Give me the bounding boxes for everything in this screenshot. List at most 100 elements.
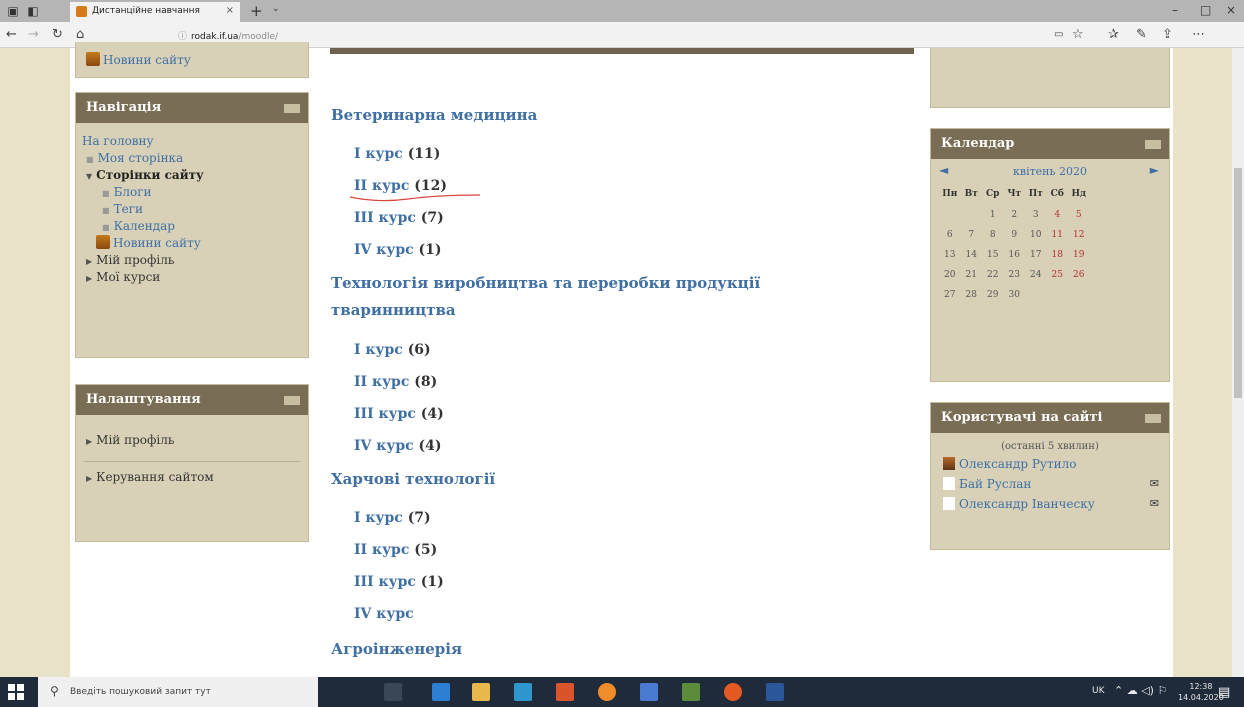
close-window-button[interactable]: × [1226,3,1236,17]
send-message-icon[interactable]: ✉ [1150,474,1159,494]
refresh-icon[interactable]: ↻ [52,27,63,42]
online-user-row[interactable]: Олександр Рутило [931,454,1169,474]
settings-site-admin[interactable]: ▶ Керування сайтом [76,462,308,492]
calendar-day: 1 [989,210,996,220]
course-link[interactable]: I курс (11) [354,146,440,162]
more-menu-icon[interactable]: ⋯ [1192,27,1205,42]
calendar-day: 7 [968,230,975,240]
favorites-icon[interactable]: ✰ [1108,27,1119,42]
course-link[interactable]: IV курс (4) [354,438,442,454]
maximize-button[interactable]: □ [1200,3,1211,17]
block-dock-icon[interactable] [284,396,300,405]
course-link[interactable]: IV курс [354,606,414,622]
vertical-scrollbar[interactable] [1232,48,1244,677]
category-animal-production-tech[interactable]: Технологія виробництва та переробки прод… [331,274,760,292]
bullet-icon: ■ [102,206,110,215]
nav-blogs-link[interactable]: Блоги [114,185,152,199]
pen-notes-icon[interactable]: ✎ [1136,27,1147,42]
edge-browser-icon[interactable] [432,683,450,701]
online-user-row[interactable]: Олександр Іванческу ✉ [931,494,1169,514]
course-link[interactable]: III курс (1) [354,574,444,590]
share-icon[interactable]: ⇪ [1162,27,1173,42]
collapsed-arrow-icon[interactable]: ▶ [86,257,92,266]
block-dock-icon[interactable] [284,104,300,113]
minimize-button[interactable]: – [1172,3,1178,17]
calendar-day: 11 [1051,230,1063,240]
calendar-day: 5 [1075,210,1082,220]
tab-close-icon[interactable]: × [226,5,234,16]
new-tab-button[interactable]: + [250,2,263,20]
nav-tags-link[interactable]: Теги [114,202,143,216]
calendar-day: 6 [946,230,953,240]
course-link[interactable]: I курс (6) [354,342,431,358]
course-link[interactable]: II курс (5) [354,542,437,558]
scrollbar-thumb[interactable] [1234,168,1242,398]
nav-site-pages[interactable]: Сторінки сайту [96,168,204,182]
notifications-icon[interactable]: ▤ [1218,685,1230,700]
app-icon[interactable] [640,683,658,701]
calendar-day: 24 [1030,270,1042,280]
course-link[interactable]: III курс (4) [354,406,444,422]
language-indicator[interactable]: UK [1092,686,1105,696]
tab-distance-learning[interactable]: Дистанційне навчання × [70,2,240,22]
settings-my-profile[interactable]: ▶ Мій профіль [76,425,308,455]
file-explorer-icon[interactable] [472,683,490,701]
calendar-day: 10 [1030,230,1042,240]
nav-site-news-link[interactable]: Новини сайту [113,236,201,250]
calendar-day [1047,285,1069,305]
online-user-row[interactable]: Бай Руслан ✉ [931,474,1169,494]
office-icon[interactable] [556,683,574,701]
nav-my-courses[interactable]: Мої курси [96,270,160,284]
course-link[interactable]: II курс (12) [354,178,447,194]
expanded-arrow-icon[interactable]: ▼ [86,172,92,181]
news-block: Новини сайту [75,42,309,78]
set-aside-tabs-icon[interactable]: ◧ [24,2,42,20]
taskbar-search-input[interactable]: ⚲ Введіть пошуковий запит тут [38,677,318,707]
course-link[interactable]: IV курс (1) [354,242,442,258]
tab-preview-icon[interactable]: ▣ [4,2,22,20]
reading-view-icon[interactable]: ▭ [1054,29,1063,40]
calendar-day: 30 [1008,290,1020,300]
nav-home-link[interactable]: На головну [82,134,154,148]
course-link[interactable]: I курс (7) [354,510,431,526]
calendar-day: 12 [1073,230,1085,240]
taskbar-clock[interactable]: 12:38 14.04.2020 [1178,681,1224,703]
course-link[interactable]: III курс (7) [354,210,444,226]
mail-app-icon[interactable] [514,683,532,701]
app-icon[interactable] [598,683,616,701]
calendar-month-label[interactable]: квітень 2020 [931,165,1169,178]
calendar-day: 15 [987,250,999,260]
course-link[interactable]: II курс (8) [354,374,437,390]
back-arrow-icon[interactable]: ← [6,27,17,42]
firefox-icon[interactable] [724,683,742,701]
next-month-arrow-icon[interactable]: ► [1150,163,1159,177]
news-link[interactable]: Новини сайту [86,52,191,67]
block-dock-icon[interactable] [1145,140,1161,149]
windows-start-icon[interactable] [8,684,24,700]
calendar-day: 19 [1073,250,1085,260]
course-categories-header-strip [330,48,914,54]
tray-icons[interactable]: ⌃ ☁ ◁) ⚐ [1114,684,1167,697]
send-message-icon[interactable]: ✉ [1150,494,1159,514]
url-field[interactable]: ⓘ rodak.if.ua/moodle/ [178,29,278,42]
tab-title: Дистанційне навчання [92,6,200,16]
site-news-icon [96,235,110,249]
app-icon[interactable] [682,683,700,701]
forward-arrow-icon[interactable]: → [28,27,39,42]
nav-my-page-link[interactable]: Моя сторінка [98,151,184,165]
favorite-star-icon[interactable]: ☆ [1072,27,1084,42]
category-animal-production-tech-line2[interactable]: тваринництва [331,301,456,319]
category-agroengineering[interactable]: Агроінженерія [331,640,462,658]
category-vet-medicine[interactable]: Ветеринарна медицина [331,106,537,124]
block-dock-icon[interactable] [1145,414,1161,423]
online-users-block: Користувачі на сайті (останні 5 хвилин) … [930,402,1170,550]
category-food-technologies[interactable]: Харчові технології [331,470,495,488]
word-icon[interactable] [766,683,784,701]
tab-dropdown-icon[interactable]: ⌄ [272,4,280,14]
home-icon[interactable]: ⌂ [76,27,84,42]
task-view-icon[interactable] [384,683,402,701]
calendar-day [1025,285,1047,305]
nav-my-profile[interactable]: Мій профіль [96,253,174,267]
nav-calendar-link[interactable]: Календар [114,219,175,233]
collapsed-arrow-icon[interactable]: ▶ [86,274,92,283]
